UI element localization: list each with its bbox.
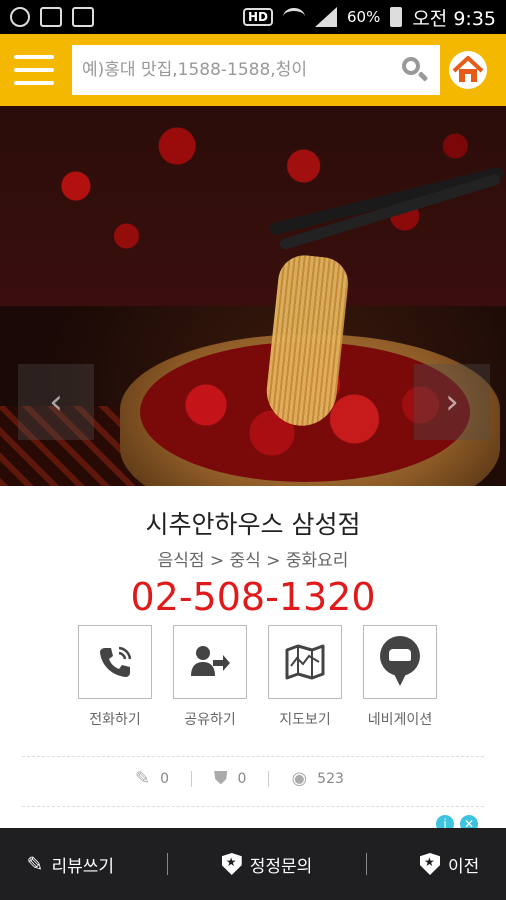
eye-icon: ◉ — [291, 768, 308, 789]
navigation-action[interactable]: 네비게이션 — [363, 625, 437, 729]
correction-label: 정정문의 — [249, 856, 313, 877]
view-count-value: 523 — [317, 770, 344, 787]
action-buttons: 전화하기 공유하기 지도보기 네비게이션 — [78, 625, 437, 729]
divider-bottom — [22, 806, 484, 807]
store-name: 시추안하우스 삼성점 — [145, 510, 361, 539]
call-label: 전화하기 — [89, 712, 141, 728]
divider-top — [22, 756, 484, 757]
share-label: 공유하기 — [184, 712, 236, 728]
call-button[interactable] — [78, 625, 152, 699]
app-header — [0, 34, 506, 106]
call-action[interactable]: 전화하기 — [78, 625, 152, 729]
battery-percent: 60% — [346, 8, 381, 26]
search-input[interactable] — [82, 60, 400, 80]
write-review-label: 리뷰쓰기 — [51, 856, 114, 877]
stat-separator — [191, 770, 193, 787]
image-notification-icon — [40, 7, 62, 27]
store-phone[interactable]: 02-508-1320 — [0, 575, 506, 619]
menu-icon[interactable] — [14, 55, 54, 85]
photo-carousel[interactable]: ‹ › — [0, 106, 506, 486]
share-action[interactable]: 공유하기 — [173, 625, 247, 729]
map-label: 지도보기 — [279, 712, 331, 728]
review-count: ✎ 0 — [135, 768, 169, 789]
stats-row: ✎ 0 ⛊ 0 ◉ 523 — [135, 768, 344, 789]
report-count: ⛊ 0 — [214, 768, 246, 789]
clock: 오전 9:35 — [412, 7, 496, 30]
stat-separator — [268, 770, 270, 787]
search-icon[interactable] — [400, 55, 430, 85]
app-notification-icon — [10, 7, 30, 27]
pencil-icon: ✎ — [26, 852, 44, 876]
carousel-next-button[interactable]: › — [414, 364, 490, 440]
review-count-value: 0 — [160, 770, 170, 787]
hd-badge: HD — [242, 8, 273, 26]
share-button[interactable] — [173, 625, 247, 699]
navigation-button[interactable] — [363, 625, 437, 699]
share-user-icon — [191, 646, 230, 676]
store-category: 음식점 > 중식 > 중화요리 — [157, 551, 349, 571]
shield-icon — [221, 853, 242, 875]
wifi-icon — [282, 8, 305, 26]
battery-icon — [390, 7, 403, 27]
photo-background — [0, 106, 506, 306]
correction-button[interactable]: 정정문의 — [221, 852, 313, 877]
shield-icon — [420, 853, 440, 875]
bottom-separator — [167, 853, 169, 875]
shield-icon: ⛊ — [214, 768, 228, 789]
navigation-label: 네비게이션 — [367, 712, 433, 728]
calendar-notification-icon — [72, 7, 94, 27]
bottom-separator — [365, 853, 367, 875]
map-button[interactable] — [268, 625, 342, 699]
signal-icon — [314, 7, 337, 27]
report-count-value: 0 — [237, 770, 247, 787]
moved-label: 이전 — [448, 856, 480, 877]
bottom-action-bar: ✎ 리뷰쓰기 정정문의 이전 — [0, 828, 506, 900]
phone-icon — [100, 646, 132, 677]
view-count: ◉ 523 — [291, 768, 343, 789]
write-review-button[interactable]: ✎ 리뷰쓰기 — [27, 852, 114, 877]
map-action[interactable]: 지도보기 — [268, 625, 342, 729]
carousel-prev-button[interactable]: ‹ — [18, 364, 94, 440]
navigation-car-icon — [378, 636, 422, 688]
pencil-icon: ✎ — [135, 768, 151, 789]
status-bar: HD 60% 오전 9:35 — [0, 0, 506, 34]
map-icon — [285, 644, 325, 680]
moved-button[interactable]: 이전 — [420, 852, 479, 877]
search-box — [72, 45, 440, 95]
home-icon[interactable] — [448, 50, 488, 90]
